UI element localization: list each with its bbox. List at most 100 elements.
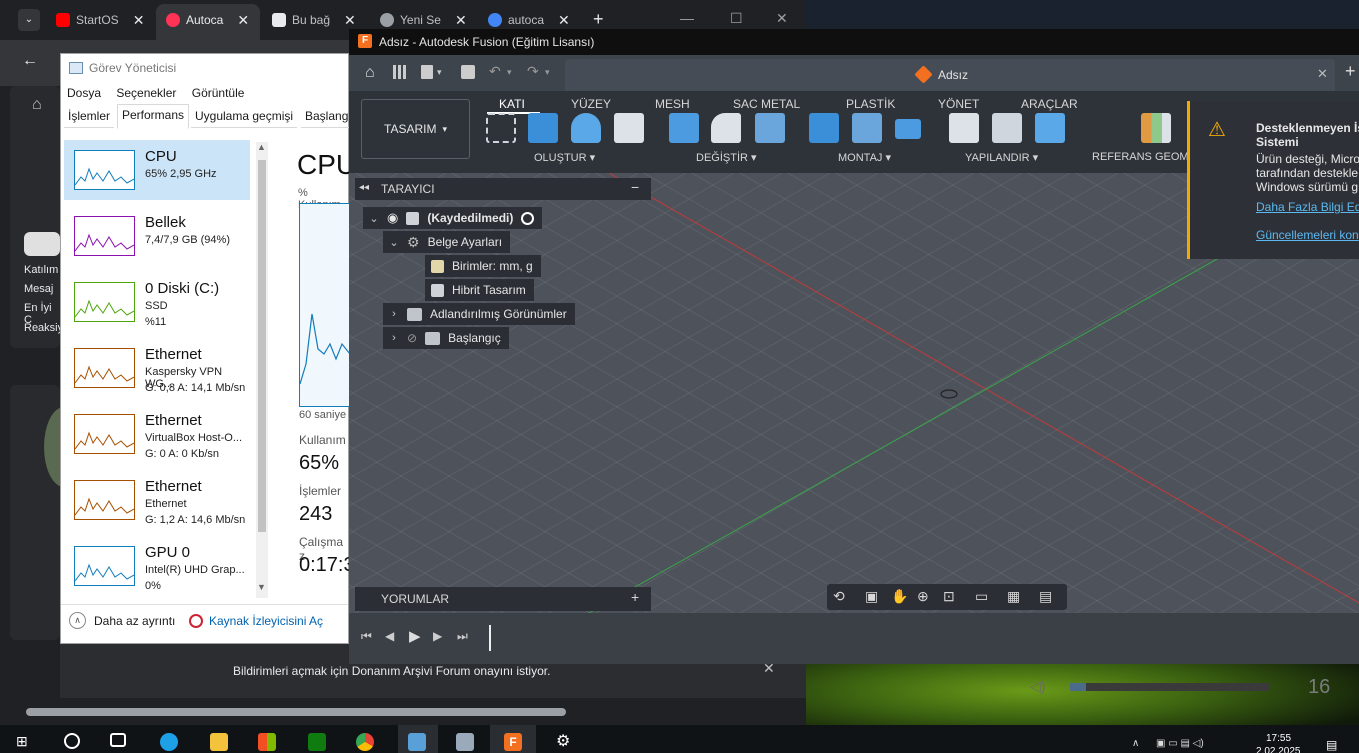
close-icon[interactable]: ✕	[133, 12, 145, 29]
tree-root[interactable]: ⌄ ◉ (Kaydedilmedi)	[363, 207, 543, 229]
ribbon-tab-plastic[interactable]: PLASTİK	[846, 97, 895, 111]
web-button[interactable]	[24, 232, 60, 256]
maximize-icon[interactable]: ☐	[730, 10, 743, 27]
home-icon[interactable]: ⌂	[365, 64, 375, 82]
fit-icon[interactable]: ⊡	[943, 588, 955, 605]
browser-tab[interactable]: StartOS ✕	[56, 8, 144, 32]
table-icon[interactable]	[992, 113, 1022, 143]
learn-more-link[interactable]: Daha Fazla Bilgi Edin	[1256, 200, 1359, 214]
ribbon-tab-mesh[interactable]: MESH	[655, 97, 690, 111]
hole-icon[interactable]	[614, 113, 644, 143]
new-component-icon[interactable]	[852, 113, 882, 143]
theme-icon[interactable]	[1035, 113, 1065, 143]
workspace-switcher[interactable]: TASARIM ▾	[361, 99, 470, 159]
tree-named-views[interactable]: › Adlandırılmış Görünümler	[383, 303, 575, 325]
eye-hidden-icon[interactable]: ⊘	[407, 331, 417, 345]
document-tab[interactable]: Adsız ✕	[565, 59, 1335, 91]
minimize-icon[interactable]: —	[680, 10, 694, 26]
menu-view[interactable]: Görüntüle	[192, 86, 245, 100]
close-icon[interactable]: ✕	[455, 12, 467, 29]
back-arrow-icon[interactable]: ←	[22, 52, 38, 70]
scrollbar-thumb[interactable]	[26, 708, 566, 716]
clock-date[interactable]: 2.02.2025	[1256, 746, 1301, 753]
tray-chevron-icon[interactable]: ∧	[1132, 738, 1139, 749]
fillet-icon[interactable]	[711, 113, 741, 143]
home-icon[interactable]: ⌂	[32, 96, 42, 114]
eye-icon[interactable]: ◉	[387, 210, 398, 226]
ribbon-tab-sheet-metal[interactable]: SAC METAL	[733, 97, 800, 111]
construct-plane-icon[interactable]	[1141, 113, 1171, 143]
fusion-taskbar-icon[interactable]: F	[504, 733, 522, 751]
group-assemble[interactable]: MONTAJ ▾	[838, 151, 891, 164]
tab-search-chevron-icon[interactable]: ⌄	[18, 9, 40, 31]
press-pull-icon[interactable]	[669, 113, 699, 143]
display-settings-icon[interactable]: ▭	[975, 588, 988, 605]
new-tab-icon[interactable]: +	[1345, 61, 1356, 82]
settings-gear-icon[interactable]: ⚙	[556, 733, 574, 751]
orbit-icon[interactable]: ⟲	[833, 588, 845, 605]
browser-tab-active[interactable]: Autoca ✕	[166, 8, 249, 32]
edge-icon[interactable]	[160, 733, 178, 751]
ribbon-tab-solid[interactable]: KATI	[499, 97, 525, 111]
redo-icon[interactable]: ↷	[527, 63, 539, 80]
clock-time[interactable]: 17:55	[1266, 733, 1291, 744]
resource-monitor-taskbar-icon[interactable]	[456, 733, 474, 751]
chevron-down-icon[interactable]: ▾	[437, 67, 442, 78]
chevron-down-icon[interactable]: ⌄	[369, 212, 379, 225]
tree-hybrid-design[interactable]: Hibrit Tasarım	[425, 279, 534, 301]
horizontal-scrollbar[interactable]	[10, 704, 786, 720]
check-updates-link[interactable]: Güncellemeleri kon	[1256, 228, 1359, 242]
joint-icon[interactable]	[809, 113, 839, 143]
chevron-up-icon[interactable]: ∧	[69, 612, 86, 629]
tab-startup[interactable]: Başlangı	[301, 106, 356, 128]
chevron-down-icon[interactable]: ▾	[545, 67, 550, 78]
close-icon[interactable]: ✕	[1317, 66, 1328, 82]
performance-item[interactable]: Ethernet VirtualBox Host-O... G: 0 A: 0 Kb…	[66, 406, 252, 466]
look-at-icon[interactable]: ▣	[865, 588, 878, 605]
undo-icon[interactable]: ↶	[489, 63, 501, 80]
notification-center-icon[interactable]: ▤	[1326, 738, 1337, 752]
open-resource-monitor-link[interactable]: Kaynak İzleyicisini Aç	[209, 614, 323, 628]
close-window-icon[interactable]: ✕	[776, 10, 788, 27]
file-icon[interactable]	[421, 65, 433, 79]
performance-item[interactable]: Bellek 7,4/7,9 GB (94%)	[66, 208, 252, 268]
group-modify[interactable]: DEĞİŞTİR ▾	[696, 151, 757, 164]
new-tab-icon[interactable]: +	[593, 9, 604, 30]
chevron-down-icon[interactable]: ⌄	[389, 236, 399, 249]
skip-end-icon[interactable]: ⏭	[457, 629, 468, 644]
chevron-right-icon[interactable]: ›	[389, 308, 399, 320]
performance-item[interactable]: Ethernet Ethernet G: 1,2 A: 14,6 Mb/sn	[66, 472, 252, 532]
timeline-marker[interactable]	[489, 625, 491, 651]
close-icon[interactable]: ✕	[237, 12, 249, 29]
chevron-down-icon[interactable]: ▾	[507, 67, 512, 78]
volume-track[interactable]	[1070, 683, 1270, 691]
performance-item[interactable]: CPU 65% 2,95 GHz	[66, 142, 252, 202]
grid-icon[interactable]: ▦	[1007, 588, 1020, 605]
step-forward-icon[interactable]: ▶	[433, 629, 442, 643]
group-create[interactable]: OLUŞTUR ▾	[534, 151, 595, 164]
ribbon-tab-surface[interactable]: YÜZEY	[571, 97, 611, 111]
ribbon-tab-manage[interactable]: YÖNET	[938, 97, 979, 111]
scroll-up-icon[interactable]: ▲	[257, 142, 266, 152]
rigid-group-icon[interactable]	[895, 119, 921, 139]
task-view-icon[interactable]	[110, 733, 126, 747]
chrome-icon[interactable]	[356, 733, 374, 751]
activate-radio-icon[interactable]	[521, 211, 535, 225]
tree-units[interactable]: Birimler: mm, g	[425, 255, 541, 277]
grid-menu-icon[interactable]	[393, 65, 407, 79]
pan-icon[interactable]: ✋	[891, 588, 908, 605]
tree-document-settings[interactable]: ⌄ ⚙ Belge Ayarları	[383, 231, 511, 253]
windows-start-icon[interactable]: ⊞	[16, 733, 34, 751]
group-configure[interactable]: YAPILANDIR ▾	[965, 151, 1038, 164]
performance-item[interactable]: GPU 0 Intel(R) UHD Grap... 0%	[66, 538, 252, 598]
tab-app-history[interactable]: Uygulama geçmişi	[191, 106, 298, 128]
zoom-icon[interactable]: ⊕	[917, 588, 929, 605]
file-explorer-icon[interactable]	[210, 733, 228, 751]
collapse-panel-icon[interactable]: ◂◂	[359, 182, 369, 193]
browser-tab[interactable]: Bu bağ ✕	[272, 8, 356, 32]
store-icon[interactable]	[258, 733, 276, 751]
create-sketch-icon[interactable]	[486, 113, 516, 143]
group-construct[interactable]: REFERANS GEOM	[1092, 151, 1189, 163]
fewer-details-link[interactable]: Daha az ayrıntı	[94, 614, 175, 628]
tree-origin[interactable]: › ⊘ Başlangıç	[383, 327, 509, 349]
